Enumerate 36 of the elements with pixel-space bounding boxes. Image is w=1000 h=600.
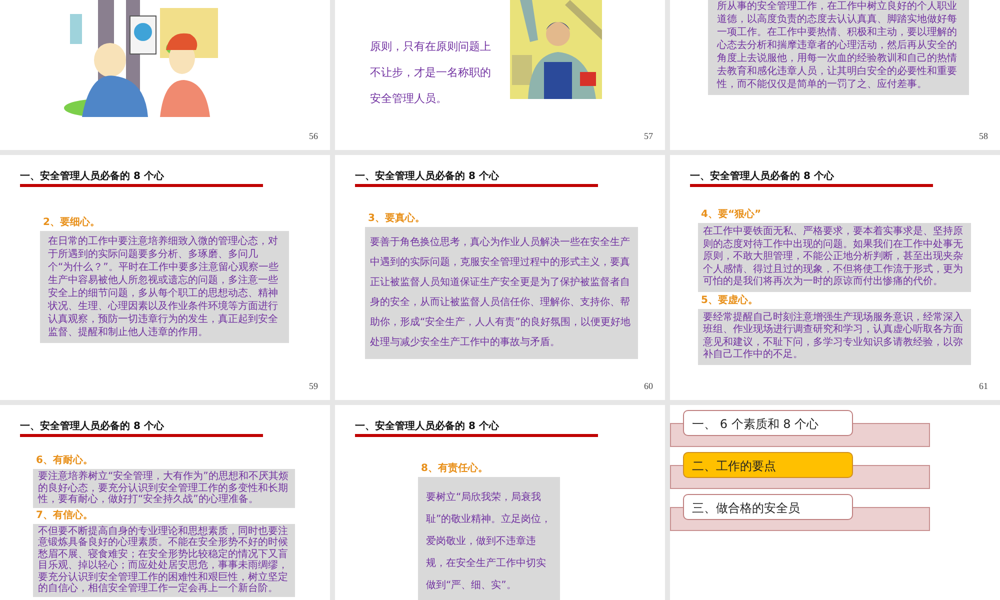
section-heading: 4、要“狠心”	[701, 209, 762, 221]
slide-number: 56	[309, 131, 318, 142]
text-box: 在日常的工作中要注意培养细致入微的管理心态，对于所遇到的实际问题要多分析、多琢磨、多问几个“为什么？”。平时在工作中要多注意留心观察一些生产中容易被他人所忽视或遗忘的问题，多注意一些安全上的细节问题，多从每个职工的思想动态、精神状况、生理、心理因素以及作业条件环境等方面进行认真观察，预防一切违章行为的发生，真正起到安全监督、提醒和制止他人违章的作用。	[40, 231, 289, 343]
slide-title: 一、安全管理人员必备的 8 个心	[355, 421, 499, 433]
menu-item[interactable]: 一、 6 个素质和 8 个心	[683, 410, 853, 436]
slide-text: 原则，只有在原则问题上不让步，才是一名称职的安全管理人员。	[370, 39, 492, 107]
slide-title: 一、安全管理人员必备的 8 个心	[355, 171, 499, 183]
slide-number: 60	[644, 381, 653, 392]
slide-title: 一、安全管理人员必备的 8 个心	[20, 421, 164, 433]
slide-number: 61	[979, 381, 988, 392]
slide-thumbnail[interactable]: 所从事的安全管理工作，在工作中树立良好的个人职业道德，以高度负责的态度去认认真真、脚踏实地做好每一项工作。在工作中要热情、积极和主动，要以理解的心态去分析和揣摩违章者的心理活动，然后再从安全的角度上去说服他，用每一次血的经验教训和自己的热情去教育和感化违章人员，让其明白安全的必要性和重要性，而不能仅仅是简单的一罚了之、应付差事。 58	[670, 0, 1000, 150]
slide-thumbnail[interactable]: 56	[0, 0, 330, 150]
slide-title: 一、安全管理人员必备的 8 个心	[20, 171, 164, 183]
slide-title: 一、安全管理人员必备的 8 个心	[690, 171, 834, 183]
section-heading: 3、要真心。	[368, 213, 425, 225]
text-box: 在工作中要铁面无私、严格要求，要本着实事求是、坚持原则的态度对待工作中出现的问题。如果我们在工作中处事无原则，不敢大胆管理，不能公正地分析判断，甚至出现夹杂个人感情、得过且过的现象，不但将使工作流于形式，更为可怕的是我们将再次为一时的原谅而付出惨痛的代价。	[698, 223, 971, 292]
text-box: 所从事的安全管理工作，在工作中树立良好的个人职业道德，以高度负责的态度去认认真真、脚踏实地做好每一项工作。在工作中要热情、积极和主动，要以理解的心态去分析和揣摩违章者的心理活动，然后再从安全的角度上去说服他，用每一次血的经验教训和自己的热情去教育和感化违章人员，让其明白安全的必要性和重要性，而不能仅仅是简单的一罚了之、应付差事。	[708, 0, 969, 95]
slide-number: 57	[644, 131, 653, 142]
text-box: 要善于角色换位思考，真心为作业人员解决一些在安全生产中遇到的实际问题，克服安全管理过程中的形式主义，要真正让被监督人员知道保证生产安全更是为了保护被监督者自身的安全，从而让被监督人员信任你、理解你、支持你、帮助你，形成“安全生产，人人有责”的良好氛围，以便更好地处理与减少安全生产工作中的事故与矛盾。	[365, 227, 638, 359]
section-heading: 5、要虚心。	[701, 294, 758, 306]
slide-thumbnail[interactable]: 一、安全管理人员必备的 8 个心 8、有责任心。 要树立“局欣我荣，局衰我耻”的敬业精神。立足岗位，爱岗敬业，做到不违章违规，在安全生产工作中切实做到“严、细、实”。	[335, 405, 665, 600]
slide-number: 59	[309, 381, 318, 392]
section-heading: 8、有责任心。	[421, 463, 488, 475]
menu-item[interactable]: 二、工作的要点	[683, 452, 853, 478]
section-heading: 2、要细心。	[43, 217, 100, 229]
text-box: 要树立“局欣我荣，局衰我耻”的敬业精神。立足岗位，爱岗敬业，做到不违章违规，在安全生产工作中切实做到“严、细、实”。	[418, 477, 560, 600]
section-heading: 7、有信心。	[36, 510, 93, 522]
text-box: 要经常提醒自己时刻注意增强生产现场服务意识，经常深入班组、作业现场进行调查研究和学习，认真虚心听取各方面意见和建议，不耻下问，多学习专业知识多请教经验，以弥补自己工作中的不足。	[698, 308, 971, 364]
section-heading: 6、有耐心。	[36, 455, 93, 467]
slide-thumbnail[interactable]: 一、安全管理人员必备的 8 个心 3、要真心。 要善于角色换位思考，真心为作业人员解决一些在安全生产中遇到的实际问题，克服安全管理过程中的形式主义，要真正让被监督人员知道保证生产安全更是为了保护被监督者自身的安全，从而让被监督人员信任你、理解你、支持你、帮助你，形成“安全生产，人人有责”的良好氛围，以便更好地处理与减少安全生产工作中的事故与矛盾。 60	[335, 155, 665, 400]
menu-item[interactable]: 三、做合格的安全员	[683, 494, 853, 520]
text-box: 要注意培养树立“安全管理，大有作为”的思想和不厌其烦的良好心态，要充分认识到安全管理工作的多变性和长期性，要有耐心，做好打“安全持久战”的心理准备。	[33, 469, 295, 508]
slide-number: 58	[979, 131, 988, 142]
slide-thumbnail[interactable]: 一、 6 个素质和 8 个心 二、工作的要点 三、做合格的安全员	[670, 405, 1000, 600]
slide-thumbnail[interactable]: 原则，只有在原则问题上不让步，才是一名称职的安全管理人员。 57	[335, 0, 665, 150]
text-box: 不但要不断提高自身的专业理论和思想素质，同时也要注意锻炼具备良好的心理素质。不能在安全形势不好的时候愁眉不展、寝食难安；在安全形势比较稳定的情况下又盲目乐观、掉以轻心；而应处处居安思危，事事未雨绸缪，要充分认识到安全管理工作的困难性和艰巨性，树立坚定的自信心，相信安全管理工作一定会再上一个新台阶。	[33, 524, 295, 596]
